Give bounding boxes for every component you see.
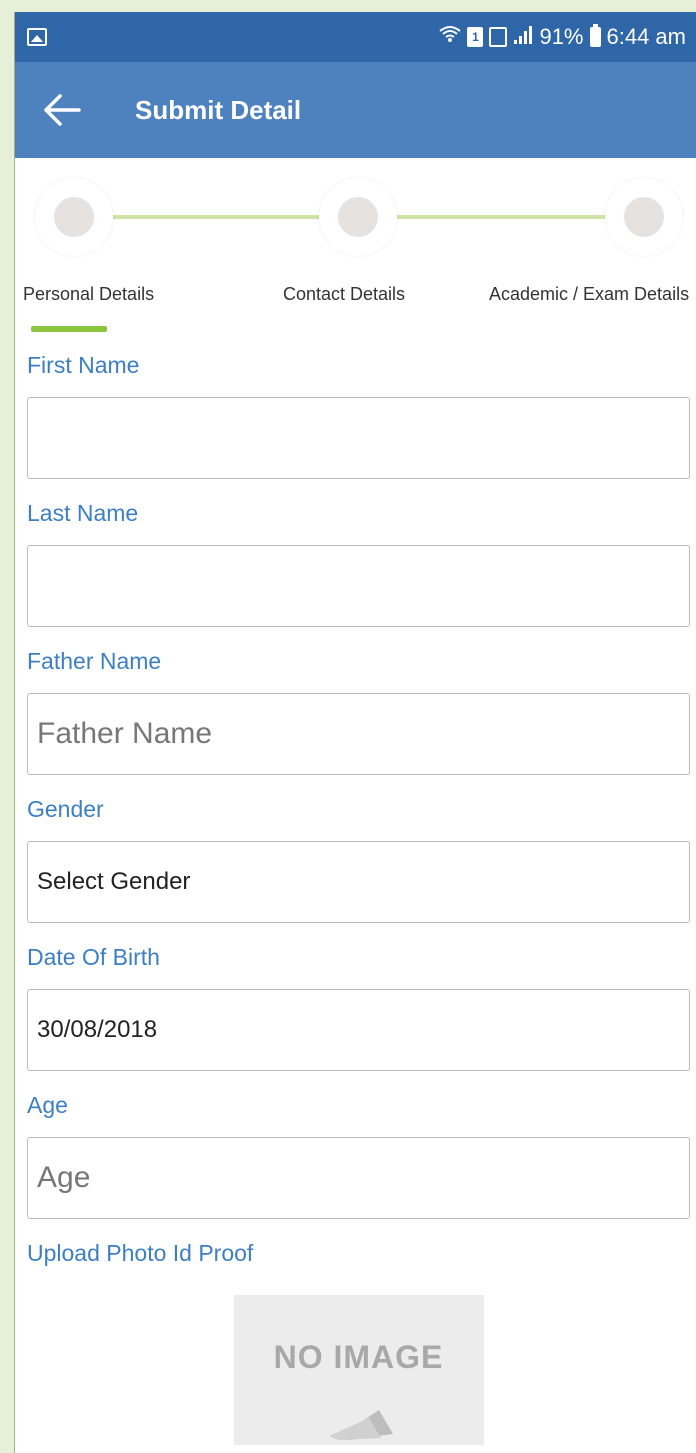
step-dot (624, 197, 664, 237)
step-connector (110, 215, 322, 219)
gender-selected-value: Select Gender (37, 868, 191, 895)
step-2-circle[interactable] (319, 178, 397, 256)
step-label-personal[interactable]: Personal Details (23, 284, 154, 305)
step-dot (54, 197, 94, 237)
photo-placeholder[interactable]: NO IMAGE (233, 1295, 484, 1445)
personal-details-form: First Name Last Name Father Name Gender … (15, 349, 696, 1445)
dob-field[interactable]: 30/08/2018 (27, 989, 690, 1071)
dob-value: 30/08/2018 (37, 1016, 158, 1043)
age-input[interactable] (37, 1138, 680, 1218)
step-dot (338, 197, 378, 237)
photo-icon (319, 1390, 399, 1445)
first-name-input[interactable] (37, 398, 680, 478)
active-step-indicator (31, 326, 107, 332)
data-icon (489, 27, 508, 47)
battery-icon (589, 24, 601, 47)
step-label-contact[interactable]: Contact Details (283, 284, 405, 305)
last-name-field[interactable] (27, 545, 690, 627)
signal-icon (513, 25, 533, 49)
gender-select[interactable]: Select Gender (27, 841, 690, 923)
phone-screen: 1 91% 6:44 am Submit Detail Personal Det… (14, 12, 696, 1453)
upload-photo-area: NO IMAGE (27, 1295, 690, 1445)
upload-photo-label: Upload Photo Id Proof (27, 1240, 254, 1266)
last-name-input[interactable] (37, 546, 680, 626)
dob-label: Date Of Birth (27, 944, 160, 970)
app-bar: Submit Detail (15, 62, 696, 158)
step-label-academic[interactable]: Academic / Exam Details (489, 284, 689, 305)
status-icons: 1 91% 6:44 am (439, 24, 686, 50)
stepper: Personal Details Contact Details Academi… (15, 158, 696, 333)
back-arrow-icon[interactable] (43, 90, 83, 130)
wifi-icon (439, 25, 462, 49)
father-name-field[interactable] (27, 693, 690, 775)
age-field[interactable] (27, 1137, 690, 1219)
gallery-icon (27, 28, 47, 46)
status-bar: 1 91% 6:44 am (15, 12, 696, 62)
page-title: Submit Detail (135, 94, 302, 125)
father-name-label: Father Name (27, 648, 162, 674)
battery-percent: 91% (539, 24, 584, 49)
step-connector (396, 215, 608, 219)
gender-label: Gender (27, 796, 104, 822)
last-name-label: Last Name (27, 500, 139, 526)
age-label: Age (27, 1092, 68, 1118)
step-1-circle[interactable] (35, 178, 113, 256)
no-image-text: NO IMAGE (273, 1339, 444, 1375)
step-3-circle[interactable] (605, 178, 683, 256)
sim-icon: 1 (467, 27, 484, 47)
first-name-label: First Name (27, 352, 140, 378)
first-name-field[interactable] (27, 397, 690, 479)
clock: 6:44 am (606, 24, 687, 49)
father-name-input[interactable] (37, 694, 680, 774)
